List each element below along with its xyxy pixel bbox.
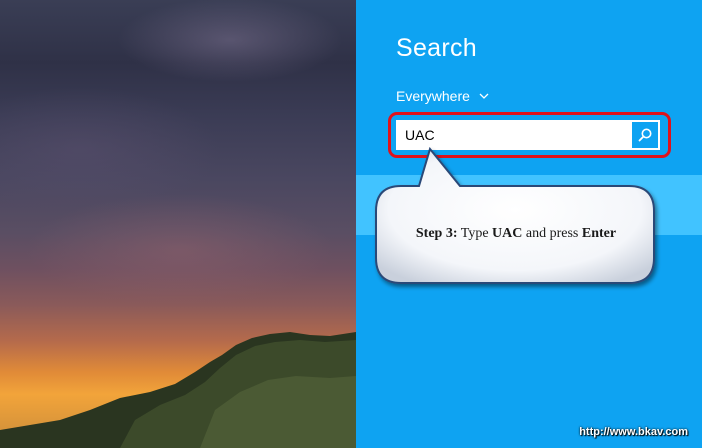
- callout-text-type: Type: [460, 226, 489, 241]
- search-box: [396, 120, 660, 150]
- callout-key: Enter: [581, 226, 617, 241]
- callout-step-label: Step 3:: [415, 226, 458, 241]
- desktop-wallpaper: [0, 0, 356, 448]
- search-scope-dropdown[interactable]: Everywhere: [396, 88, 490, 104]
- chevron-down-icon: [479, 93, 489, 99]
- callout-text-and-press: and press: [525, 226, 579, 241]
- watermark: http://www.bkav.com: [579, 426, 688, 438]
- search-charm-title: Search: [396, 34, 478, 62]
- search-charm-pane: Search Everywhere: [356, 0, 702, 448]
- wallpaper-hills: [0, 332, 356, 448]
- callout-text: Step 3: Type UAC and press Enter: [376, 226, 656, 242]
- search-scope-label: Everywhere: [396, 88, 470, 104]
- search-button[interactable]: [632, 122, 658, 148]
- search-icon: [638, 128, 652, 142]
- callout-keyword: UAC: [492, 226, 523, 241]
- search-input[interactable]: [396, 120, 632, 150]
